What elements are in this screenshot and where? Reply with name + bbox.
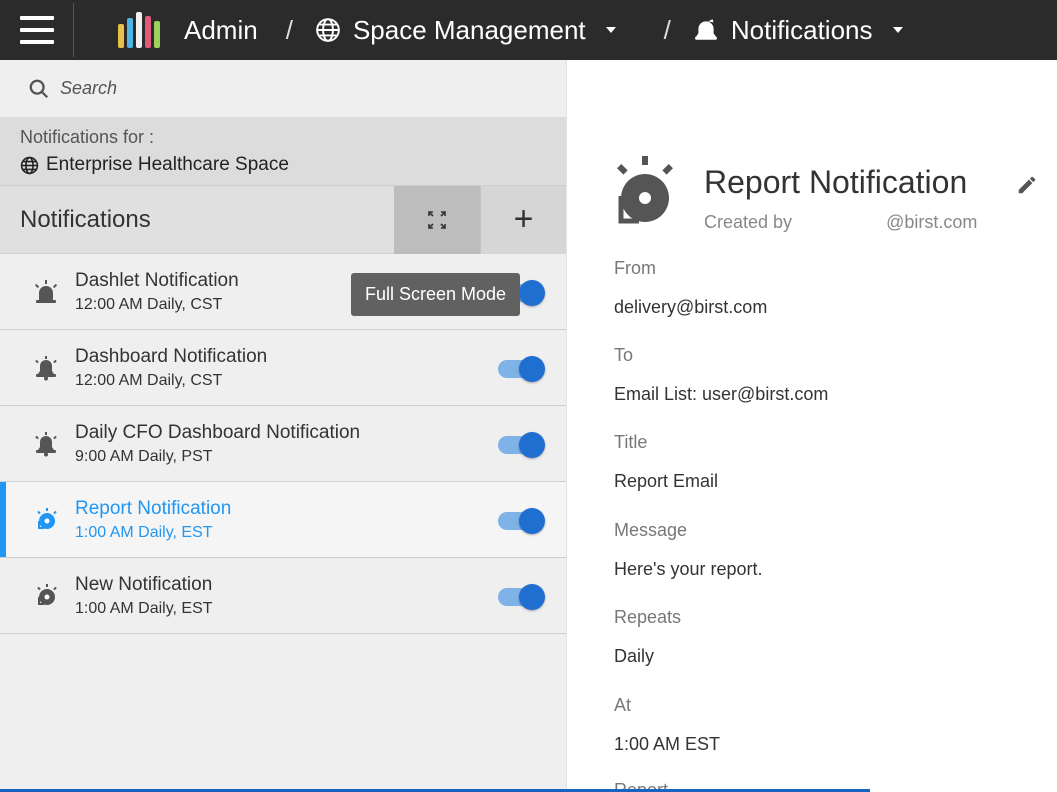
at-value: 1:00 AM EST	[614, 734, 721, 754]
top-bar: Admin / Space Management / Notifications	[0, 0, 1057, 60]
list-item[interactable]: Daily CFO Dashboard Notification 9:00 AM…	[0, 406, 566, 482]
enable-toggle[interactable]	[498, 584, 545, 610]
message-field: Message Here's your report.	[614, 520, 763, 580]
list-item-selected[interactable]: Report Notification 1:00 AM Daily, EST	[0, 482, 566, 558]
space-name-label: Enterprise Healthcare Space	[46, 154, 289, 175]
globe-icon	[20, 156, 39, 174]
notification-schedule: 1:00 AM Daily, EST	[75, 523, 213, 541]
repeats-label: Repeats	[614, 607, 682, 627]
created-by-email: @birst.com	[886, 212, 978, 232]
title-field: Title Report Email	[614, 432, 718, 492]
repeats-value: Daily	[614, 646, 655, 666]
notification-name: Dashlet Notification	[75, 269, 239, 291]
full-screen-tooltip: Full Screen Mode	[351, 273, 520, 316]
bell-icon	[35, 431, 57, 456]
search-input[interactable]: Search	[60, 78, 117, 99]
globe-icon	[316, 18, 340, 42]
alarm-bell-icon	[617, 156, 673, 224]
from-field: From delivery@birst.com	[614, 258, 767, 318]
to-value: Email List: user@birst.com	[614, 384, 829, 404]
breadcrumb-space-management[interactable]: Space Management	[315, 15, 616, 46]
chevron-down-icon[interactable]	[605, 27, 616, 33]
breadcrumb-admin[interactable]: Admin	[184, 15, 258, 46]
edit-pencil-icon[interactable]	[1016, 174, 1038, 196]
bell-icon	[35, 355, 57, 380]
notification-schedule: 12:00 AM Daily, CST	[75, 371, 223, 389]
search-icon	[29, 79, 49, 98]
notifications-label: Notifications	[730, 14, 873, 45]
space-management-label: Space Management	[352, 14, 586, 45]
birst-logo-icon[interactable]	[118, 12, 160, 48]
from-value: delivery@birst.com	[614, 297, 768, 317]
notification-name: Report Notification	[75, 497, 232, 519]
enable-toggle[interactable]	[498, 508, 545, 534]
at-label: At	[614, 695, 632, 715]
title-label: Title	[614, 432, 648, 452]
created-by-label: Created by	[704, 212, 793, 232]
notification-name: New Notification	[75, 573, 213, 595]
message-label: Message	[614, 520, 688, 540]
notifications-for-label: Notifications for :	[20, 127, 155, 147]
alarm-light-icon	[34, 279, 58, 303]
detail-title: Report Notification	[704, 164, 968, 200]
breadcrumb-separator: /	[285, 14, 293, 45]
notification-name: Dashboard Notification	[75, 345, 268, 367]
title-value: Report Email	[614, 471, 719, 491]
search-bar[interactable]: Search	[0, 60, 566, 117]
notifications-title: Notifications	[20, 205, 151, 233]
created-by: Created by @birst.com	[704, 212, 977, 233]
alarm-bell-icon	[37, 583, 57, 605]
full-screen-button[interactable]	[394, 185, 480, 254]
expand-icon	[428, 210, 446, 229]
to-label: To	[614, 345, 634, 365]
notifications-panel: Search Notifications for : Enterprise He…	[0, 60, 566, 792]
chevron-down-icon[interactable]	[892, 27, 903, 33]
message-value: Here's your report.	[614, 559, 763, 579]
list-item[interactable]: New Notification 1:00 AM Daily, EST	[0, 558, 566, 634]
notification-schedule: 12:00 AM Daily, CST	[75, 295, 223, 313]
add-notification-button[interactable]: +	[480, 185, 566, 254]
to-field: To Email List: user@birst.com	[614, 345, 828, 405]
from-label: From	[614, 258, 656, 278]
hamburger-menu-icon[interactable]	[0, 3, 74, 57]
breadcrumb-notifications[interactable]: Notifications	[693, 15, 903, 46]
notification-detail-panel: Report Notification Created by @birst.com…	[566, 60, 1057, 792]
enable-toggle[interactable]	[498, 432, 545, 458]
list-item[interactable]: Dashboard Notification 12:00 AM Daily, C…	[0, 330, 566, 406]
breadcrumb-separator: /	[663, 14, 671, 45]
space-name: Enterprise Healthcare Space	[20, 154, 546, 176]
notification-name: Daily CFO Dashboard Notification	[75, 421, 361, 443]
notification-schedule: 9:00 AM Daily, PST	[75, 447, 213, 465]
enable-toggle[interactable]	[498, 356, 545, 382]
repeats-field: Repeats Daily	[614, 607, 681, 667]
notification-schedule: 1:00 AM Daily, EST	[75, 599, 213, 617]
notifications-for-section: Notifications for : Enterprise Healthcar…	[0, 117, 566, 185]
alarm-bell-icon	[37, 507, 57, 529]
notification-bell-icon	[695, 19, 717, 40]
notifications-header: Notifications +	[0, 185, 566, 254]
at-field: At 1:00 AM EST	[614, 695, 720, 755]
